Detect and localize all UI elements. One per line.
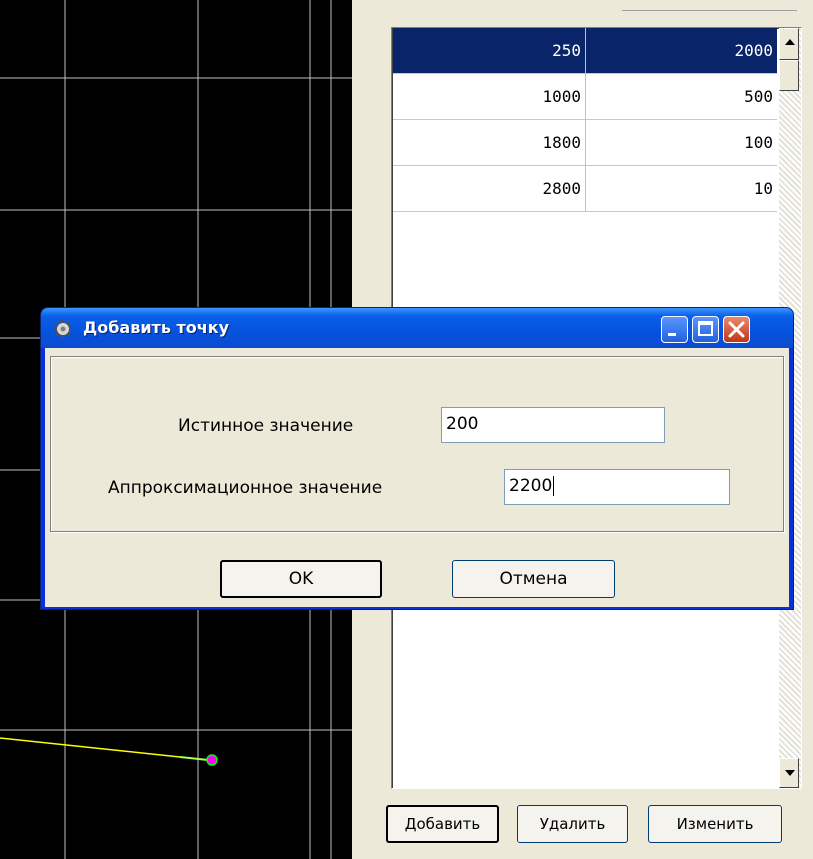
table-cell-true: 1000 bbox=[393, 74, 586, 120]
arrow-up-icon bbox=[785, 39, 795, 45]
table-cell-approx: 10 bbox=[753, 179, 773, 198]
approx-value-label: Аппроксимационное значение bbox=[108, 478, 383, 498]
add-point-dialog[interactable]: Добавить точку Истинное значение 200 Апп… bbox=[40, 307, 794, 610]
minimize-icon bbox=[668, 333, 676, 336]
cancel-button[interactable]: Отмена bbox=[452, 560, 615, 598]
scroll-down-button[interactable] bbox=[779, 758, 799, 788]
dialog-title-bar[interactable]: Добавить точку bbox=[41, 308, 793, 348]
approx-value-text: 2200 bbox=[509, 476, 553, 496]
approx-value-input[interactable]: 2200 bbox=[504, 469, 730, 505]
close-icon bbox=[728, 321, 745, 338]
input-group: Истинное значение 200 Аппроксимационное … bbox=[50, 356, 784, 532]
scroll-up-button[interactable] bbox=[779, 28, 799, 60]
scroll-thumb[interactable] bbox=[779, 60, 799, 91]
edit-button[interactable]: Изменить bbox=[648, 805, 782, 843]
true-value-text: 200 bbox=[446, 414, 479, 434]
table-row[interactable]: 250 2000 bbox=[393, 28, 777, 74]
table-cell-approx: 100 bbox=[744, 133, 773, 152]
plot-curve bbox=[0, 737, 209, 761]
table-cell-approx: 2000 bbox=[734, 41, 773, 60]
true-value-label: Истинное значение bbox=[178, 416, 354, 436]
table-cell-approx: 500 bbox=[744, 87, 773, 106]
dialog-title: Добавить точку bbox=[83, 318, 230, 337]
add-button[interactable]: Добавить bbox=[386, 805, 499, 843]
maximize-icon bbox=[698, 321, 713, 336]
panel-top-edge bbox=[622, 0, 797, 11]
table-row[interactable]: 2800 10 bbox=[393, 166, 777, 212]
true-value-input[interactable]: 200 bbox=[441, 407, 665, 443]
table-cell-true: 2800 bbox=[393, 166, 586, 212]
plot-curve-tail bbox=[179, 756, 209, 761]
delete-button[interactable]: Удалить bbox=[517, 805, 628, 843]
minimize-button[interactable] bbox=[661, 316, 688, 343]
plot-point-marker[interactable] bbox=[206, 754, 218, 766]
ok-button[interactable]: OK bbox=[220, 560, 382, 598]
maximize-button[interactable] bbox=[692, 316, 719, 343]
text-caret bbox=[553, 476, 555, 496]
dialog-body: Истинное значение 200 Аппроксимационное … bbox=[45, 348, 789, 607]
table-row[interactable]: 1800 100 bbox=[393, 120, 777, 166]
table-row[interactable]: 1000 500 bbox=[393, 74, 777, 120]
close-button[interactable] bbox=[723, 316, 750, 343]
table-cell-true: 1800 bbox=[393, 120, 586, 166]
gear-icon bbox=[54, 320, 72, 338]
table-cell-true: 250 bbox=[393, 28, 586, 74]
arrow-down-icon bbox=[785, 770, 795, 776]
